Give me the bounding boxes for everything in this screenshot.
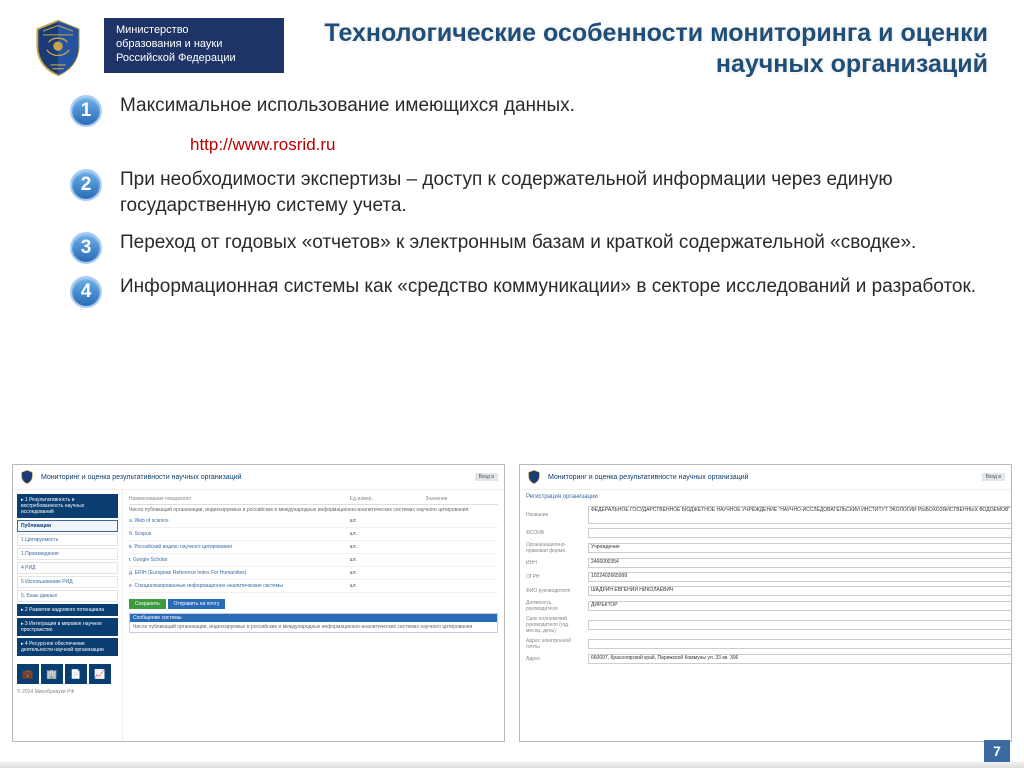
copyright: © 2014 Минобрнауки РФ <box>17 689 118 695</box>
points-list: 1 Максимальное использование имеющихся д… <box>0 87 1024 322</box>
col-name: Наименование показателя <box>129 496 347 502</box>
sidebar-item[interactable]: Публикации <box>17 520 118 532</box>
sidebar-item[interactable]: 5. Базы данных <box>17 590 118 602</box>
badge-3: 3 <box>70 232 102 264</box>
rosrid-link[interactable]: http://www.rosrid.ru <box>190 135 988 155</box>
label-fsoiv: ФСОИВ <box>526 530 584 536</box>
ministry-label: Министерство образования и науки Российс… <box>104 18 284 73</box>
sidebar-group-1[interactable]: ▸ 1 Результативность и востребованность … <box>17 494 118 518</box>
input-address[interactable]: 660097, Красноярский край, Парижской Ком… <box>588 654 1012 664</box>
sidebar: ▸ 1 Результативность и востребованность … <box>13 490 123 740</box>
page-number: 7 <box>984 740 1010 762</box>
col-value: Значение <box>425 496 498 502</box>
table-caption: Число публикаций организации, индексируе… <box>129 505 498 515</box>
bottom-tiles: 💼 🏢 📄 📈 <box>17 664 118 684</box>
badge-2: 2 <box>70 169 102 201</box>
table-row: е. Специализированные информационно-анал… <box>129 580 498 593</box>
label-email: Адрес электронной почты <box>526 638 584 650</box>
sidebar-item[interactable]: 1.Цитируемость <box>17 534 118 546</box>
screenshot-thumbnails: Мониторинг и оценка результативности нау… <box>0 464 1024 742</box>
table-header: Наименование показателя Ед.измер. Значен… <box>129 494 498 505</box>
crest-icon <box>28 18 88 78</box>
table-row: б. Scopusшт. <box>129 528 498 541</box>
sysmsg-body: Число публикаций организации, индексируе… <box>130 622 497 632</box>
input-ogrn[interactable]: 1022402665999 <box>588 572 1012 582</box>
label-opf: Организационно-правовая форма <box>526 542 584 554</box>
app-title: Мониторинг и оценка результативности нау… <box>41 474 469 481</box>
point-4: 4 Информационная системы как «средство к… <box>70 274 988 308</box>
tile-chart-icon[interactable]: 📈 <box>89 664 111 684</box>
tile-building-icon[interactable]: 🏢 <box>41 664 63 684</box>
sidebar-group-4[interactable]: ▸ 4 Ресурсное обеспечение деятельности н… <box>17 638 118 656</box>
input-email[interactable] <box>588 639 1012 649</box>
point-3-text: Переход от годовых «отчетов» к электронн… <box>120 230 916 257</box>
input-position[interactable]: ДИРЕКТОР <box>588 601 1012 611</box>
input-fio[interactable]: ШАДРИН ЕВГЕНИЙ НИКОЛАЕВИЧ <box>588 586 1012 596</box>
save-button[interactable]: Сохранить <box>129 599 166 609</box>
sidebar-group-2[interactable]: ▸ 2 Развитие кадрового потенциала <box>17 604 118 616</box>
point-2: 2 При необходимости экспертизы – доступ … <box>70 167 988 220</box>
label-fio: ФИО руководителя <box>526 588 584 594</box>
input-fsoiv[interactable] <box>588 528 1012 538</box>
thumbnail-1: Мониторинг и оценка результативности нау… <box>12 464 505 742</box>
label-ogrn: ОГРН <box>526 574 584 580</box>
sidebar-item[interactable]: 1.Произведения <box>17 548 118 560</box>
ministry-line1: Министерство <box>116 24 272 38</box>
label-term: Срок полномочий руководителя (год. месяц… <box>526 616 584 634</box>
point-4-text: Информационная системы как «средство ком… <box>120 274 976 301</box>
crest-icon <box>19 469 35 485</box>
tile-briefcase-icon[interactable]: 💼 <box>17 664 39 684</box>
table-row: г. Google Scholarшт. <box>129 554 498 567</box>
login-button[interactable]: Вход в <box>475 473 498 481</box>
sidebar-item[interactable]: 4 РИД <box>17 562 118 574</box>
badge-1: 1 <box>70 95 102 127</box>
point-1: 1 Максимальное использование имеющихся д… <box>70 93 988 127</box>
app-title: Мониторинг и оценка результативности нау… <box>548 474 976 481</box>
label-inn: ИНН <box>526 560 584 566</box>
point-2-text: При необходимости экспертизы – доступ к … <box>120 167 988 220</box>
point-1-text: Максимальное использование имеющихся дан… <box>120 93 575 120</box>
badge-4: 4 <box>70 276 102 308</box>
label-name: Название <box>526 512 584 518</box>
sidebar-item[interactable]: 5 Использование РИД <box>17 576 118 588</box>
tile-doc-icon[interactable]: 📄 <box>65 664 87 684</box>
thumbnail-2: Мониторинг и оценка результативности нау… <box>519 464 1012 742</box>
input-opf[interactable]: Учреждение <box>588 543 1012 553</box>
registration-title: Регистрация организации <box>520 494 1011 500</box>
footer-divider <box>0 762 1024 768</box>
slide-header: Министерство образования и науки Российс… <box>0 0 1024 87</box>
slide-title: Технологические особенности мониторинга … <box>300 18 988 81</box>
table-row: д. ERIH (European Reference Index For Hu… <box>129 567 498 580</box>
send-button[interactable]: Отправить на почту <box>168 599 226 609</box>
sysmsg-title: Сообщение системы <box>130 614 497 622</box>
main-panel: Наименование показателя Ед.измер. Значен… <box>123 490 504 740</box>
slide-title-wrap: Технологические особенности мониторинга … <box>300 18 996 81</box>
point-3: 3 Переход от годовых «отчетов» к электро… <box>70 230 988 264</box>
table-row: в. Российский индекс научного цитировани… <box>129 541 498 554</box>
col-unit: Ед.измер. <box>350 496 423 502</box>
label-position: Должность руководителя <box>526 600 584 612</box>
label-address: Адрес <box>526 656 584 662</box>
login-button[interactable]: Вход в <box>982 473 1005 481</box>
ministry-line3: Российской Федерации <box>116 52 272 66</box>
sidebar-group-3[interactable]: ▸ 3 Интеграция в мировое научное простра… <box>17 618 118 636</box>
input-term[interactable] <box>588 620 1012 630</box>
form-left: Название ФЕДЕРАЛЬНОЕ ГОСУДАРСТВЕННОЕ БЮДЖ… <box>526 506 1012 668</box>
table-row: а. Web of scienceшт. <box>129 515 498 528</box>
system-message: Сообщение системы Число публикаций орган… <box>129 613 498 633</box>
ministry-line2: образования и науки <box>116 38 272 52</box>
input-name[interactable]: ФЕДЕРАЛЬНОЕ ГОСУДАРСТВЕННОЕ БЮДЖЕТНОЕ НА… <box>588 506 1012 524</box>
crest-icon <box>526 469 542 485</box>
input-inn[interactable]: 2466000354 <box>588 558 1012 568</box>
